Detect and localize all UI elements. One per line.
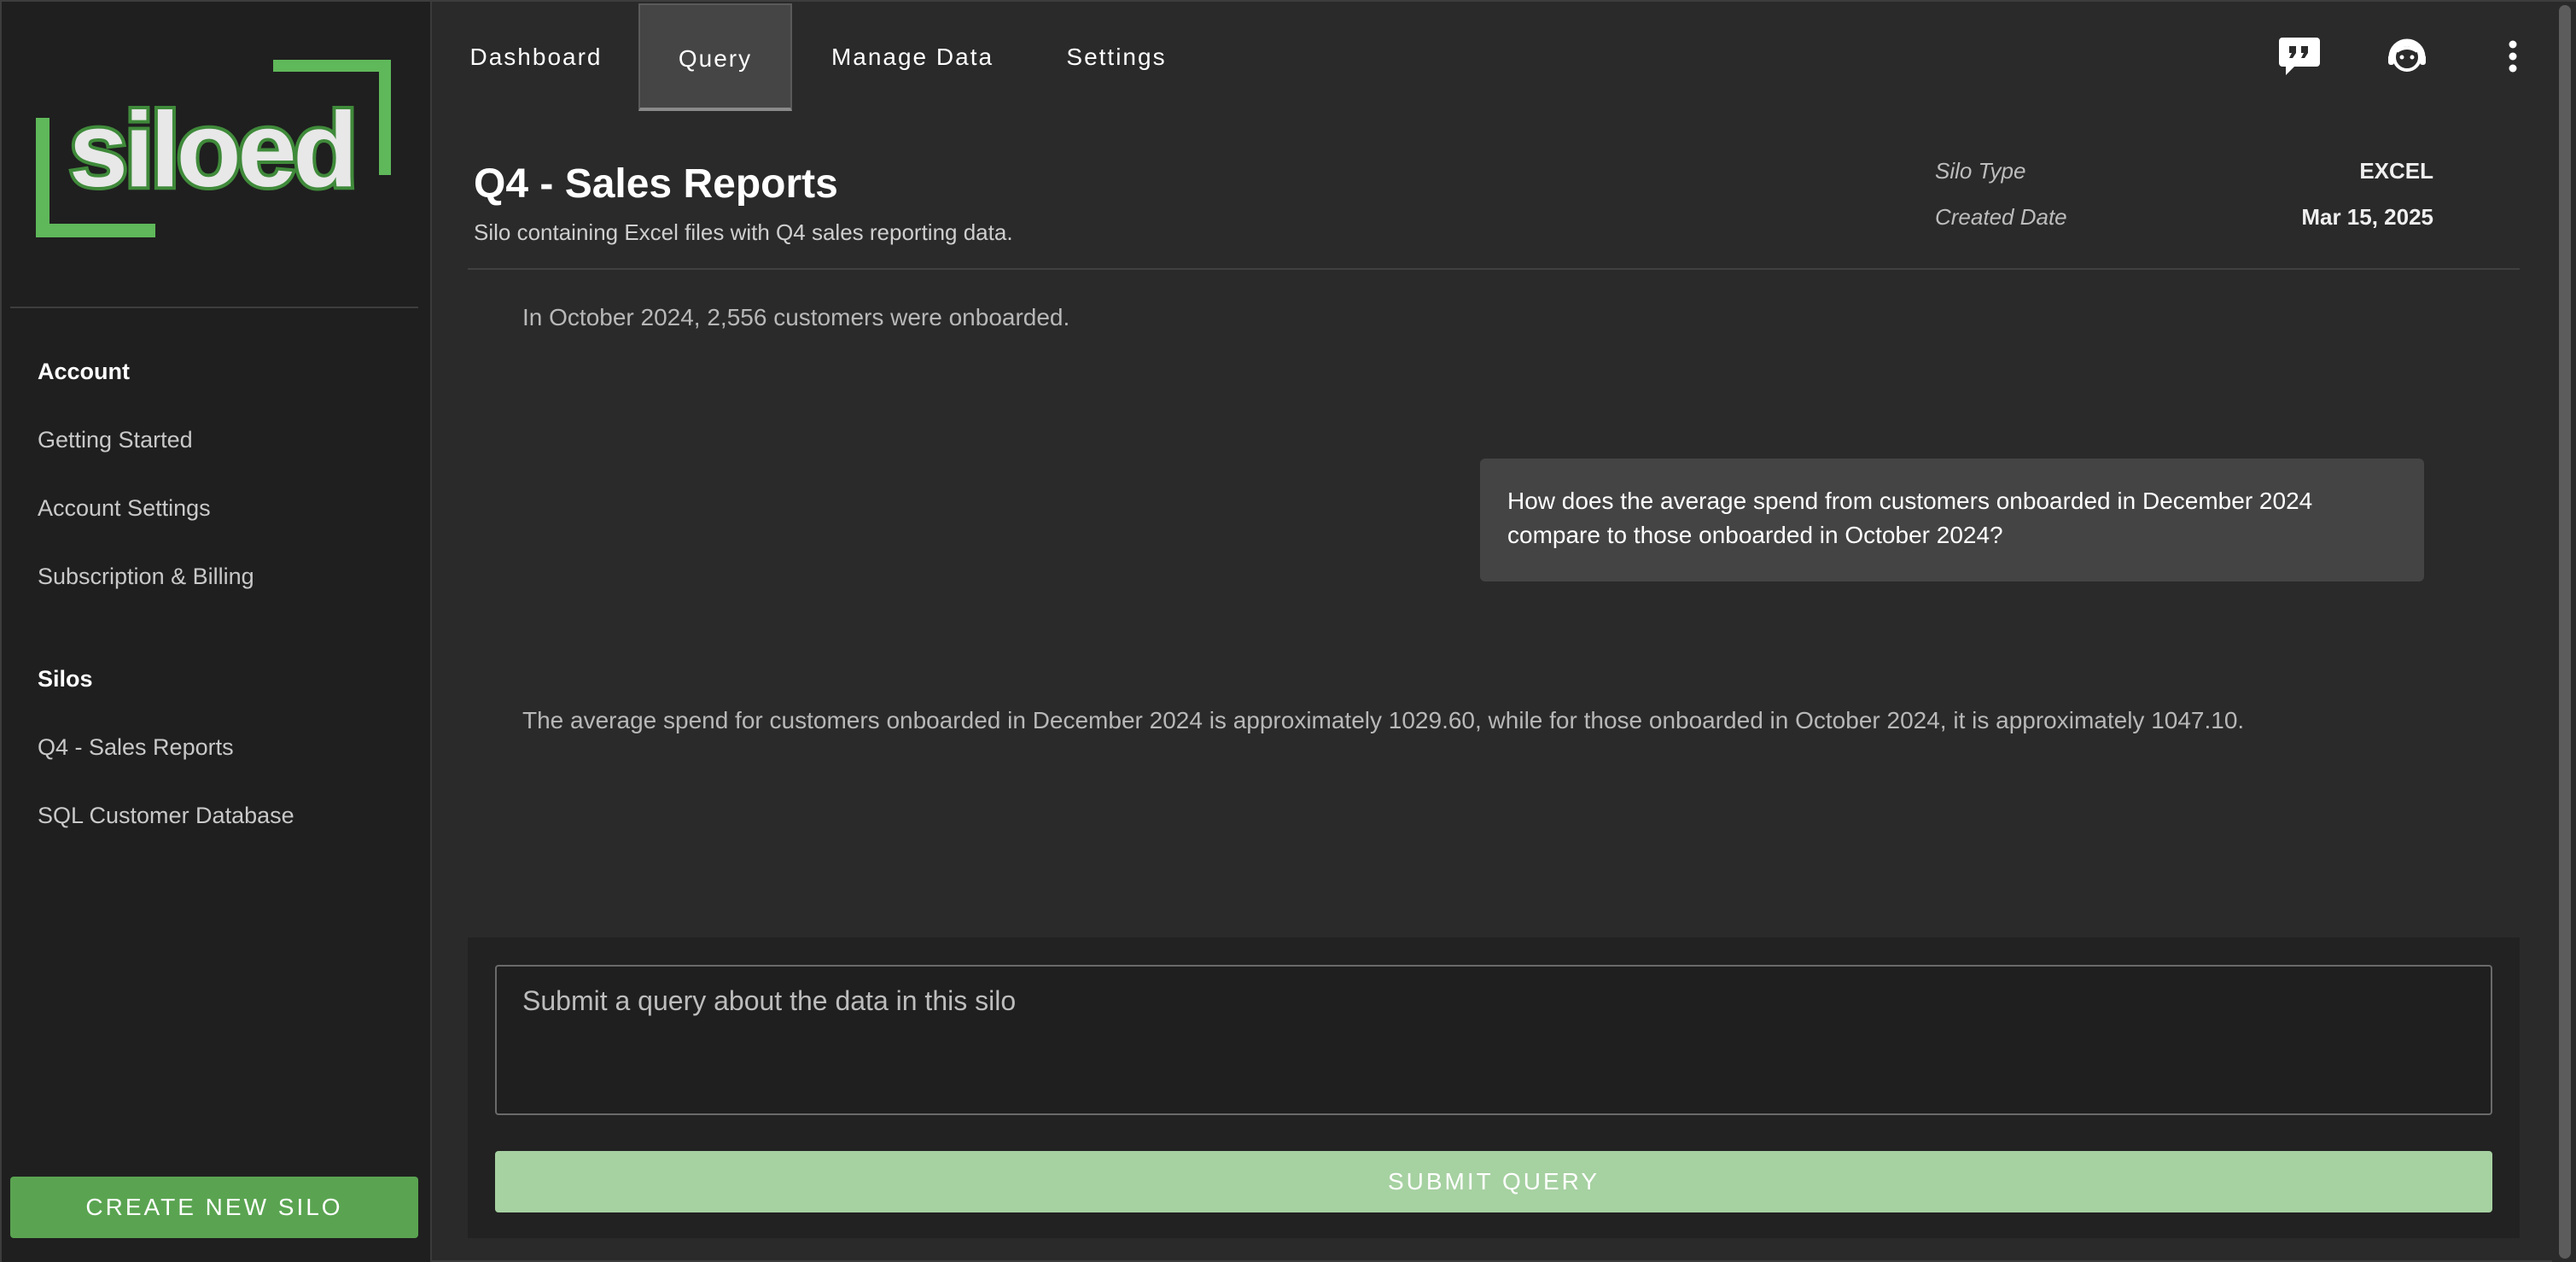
sidebar-item-account-settings[interactable]: Account Settings xyxy=(38,495,211,522)
sidebar-item-subscription-billing[interactable]: Subscription & Billing xyxy=(38,564,254,590)
sidebar-group-silos: Silos xyxy=(38,666,93,692)
sidebar-group-account: Account xyxy=(38,359,130,384)
top-nav: Dashboard Query Manage Data Settings xyxy=(434,2,2550,113)
silo-type-label: Silo Type xyxy=(1935,158,2026,184)
page-title: Q4 - Sales Reports xyxy=(474,161,838,207)
scrollbar-thumb[interactable] xyxy=(2559,5,2571,1259)
logo-wordmark: siloed xyxy=(69,91,354,209)
tab-query[interactable]: Query xyxy=(638,3,792,111)
sidebar-divider xyxy=(10,307,418,308)
create-new-silo-button[interactable]: CREATE NEW SILO xyxy=(10,1177,418,1238)
siloed-logo[interactable]: siloed xyxy=(36,58,393,239)
submit-query-button[interactable]: SUBMIT QUERY xyxy=(495,1151,2492,1212)
silo-description: Silo containing Excel files with Q4 sale… xyxy=(474,219,1013,245)
silo-type-value: EXCEL xyxy=(2359,158,2433,184)
more-vertical-icon[interactable] xyxy=(2491,34,2535,79)
support-agent-icon[interactable] xyxy=(2385,34,2429,79)
tab-settings[interactable]: Settings xyxy=(1033,3,1200,111)
sidebar-item-sql-customer-database[interactable]: SQL Customer Database xyxy=(38,803,294,829)
user-message: How does the average spend from customer… xyxy=(1480,459,2424,581)
app-window: siloed Account Getting Started Account S… xyxy=(0,0,2576,1262)
header-divider xyxy=(468,268,2520,270)
feedback-quote-icon[interactable] xyxy=(2277,34,2322,79)
tab-manage-data[interactable]: Manage Data xyxy=(792,3,1033,111)
assistant-message: The average spend for customers onboarde… xyxy=(522,707,2245,733)
sidebar: siloed Account Getting Started Account S… xyxy=(2,2,432,1262)
sidebar-item-getting-started[interactable]: Getting Started xyxy=(38,427,193,453)
sidebar-item-q4-sales-reports[interactable]: Q4 - Sales Reports xyxy=(38,734,234,761)
tab-dashboard[interactable]: Dashboard xyxy=(434,3,638,111)
created-date-label: Created Date xyxy=(1935,204,2067,230)
scrollbar[interactable] xyxy=(2552,2,2576,1262)
query-panel: SUBMIT QUERY xyxy=(468,938,2520,1238)
assistant-message: In October 2024, 2,556 customers were on… xyxy=(522,304,1070,330)
created-date-value: Mar 15, 2025 xyxy=(2301,204,2433,230)
query-input[interactable] xyxy=(495,965,2492,1115)
